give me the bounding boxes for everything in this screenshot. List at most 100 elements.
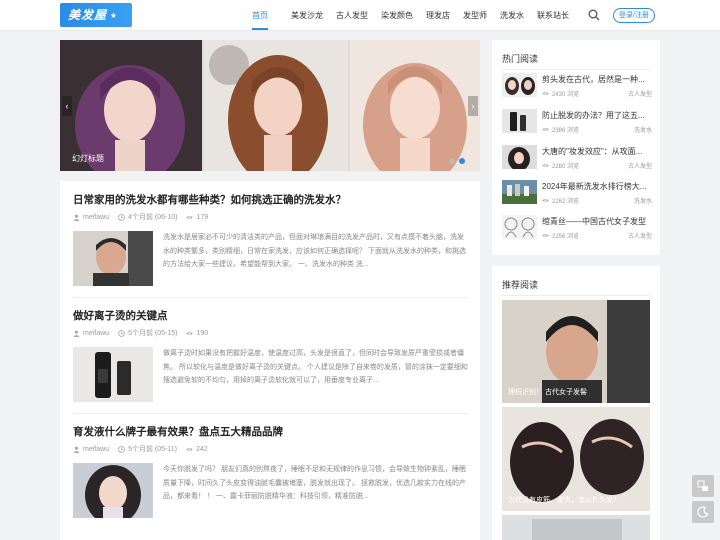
hot-item[interactable]: 大唐的"妆发效应"：从攻面... 2280 浏览 古人发型	[502, 145, 652, 171]
logo-text: 美发屋	[68, 8, 108, 22]
slider-dots	[449, 158, 465, 164]
star-icon: ★	[109, 11, 118, 20]
hot-views-count: 2430 浏览	[552, 92, 580, 98]
article-thumbnail[interactable]	[73, 463, 153, 518]
divider	[73, 413, 468, 414]
article-meta: meifawu 5个月前 (05-11) 242	[73, 444, 217, 454]
slide-caption: 幻灯标题	[72, 154, 104, 163]
hot-title[interactable]: 剪头发在古代，居然是一种...	[542, 74, 652, 85]
hot-thumbnail[interactable]	[502, 145, 537, 169]
nav-item-home[interactable]: 首页	[252, 0, 268, 31]
article-title[interactable]: 日常家用的洗发水都有哪些种类？如何挑选正确的洗发水？	[73, 192, 468, 207]
hot-title[interactable]: 防止脱发的办法？用了这五...	[542, 110, 652, 121]
hot-views-count: 2386 浏览	[552, 128, 580, 134]
hot-thumbnail[interactable]	[502, 215, 537, 239]
hot-item[interactable]: 剪头发在古代，居然是一种... 2430 浏览 古人发型	[502, 73, 652, 99]
panel-title: 推荐阅读	[502, 280, 539, 290]
recommended-card[interactable]: 古代没有皮筋、发夹，怎么扎头发？	[502, 407, 650, 511]
hot-views: 2386 浏览	[542, 125, 579, 134]
recommended-card[interactable]: 理短识别！ 古代女子发髻	[502, 300, 650, 403]
user-icon	[73, 330, 80, 337]
dark-mode-button[interactable]	[692, 501, 714, 523]
recommended-reading-panel: 推荐阅读 理短识别！ 古代女子发髻 古代没有皮筋、发夹，怎么扎头发？	[492, 266, 660, 540]
hot-thumbnail[interactable]	[502, 109, 537, 133]
divider	[73, 297, 468, 298]
slider-next-arrow-icon[interactable]: ›	[468, 96, 478, 116]
slider-prev-arrow-icon[interactable]: ‹	[62, 96, 72, 116]
divider	[502, 295, 650, 296]
article-title[interactable]: 做好离子烫的关键点	[73, 308, 468, 323]
nav-item-hair-color[interactable]: 染发颜色	[381, 0, 413, 31]
login-register-button[interactable]: 登录/注册	[613, 8, 655, 23]
article-views: 190	[196, 329, 209, 337]
hot-views: 2430 浏览	[542, 89, 579, 98]
panel-title: 热门阅读	[502, 54, 539, 64]
site-header: 美发屋 ★ 首页 美发沙龙 古人发型 染发颜色 理发店 发型师 洗发水 联系站长…	[0, 0, 720, 31]
article-author[interactable]: meifawu	[83, 214, 109, 221]
eye-icon	[542, 127, 549, 132]
hot-category[interactable]: 古人发型	[628, 231, 652, 240]
hot-views-count: 2262 浏览	[552, 199, 580, 205]
hot-category[interactable]: 古人发型	[628, 89, 652, 98]
article-author[interactable]: meifawu	[83, 446, 109, 453]
recommended-card[interactable]	[502, 515, 650, 540]
slide-image-brown-hair[interactable]	[204, 40, 348, 171]
article-time: 5个月前 (05-15)	[128, 330, 178, 337]
site-logo[interactable]: 美发屋 ★	[60, 3, 132, 27]
eye-icon	[186, 447, 193, 451]
nav-item-ancient-hair[interactable]: 古人发型	[336, 0, 368, 31]
nav-item-stylist[interactable]: 发型师	[463, 0, 487, 31]
article-list: 日常家用的洗发水都有哪些种类？如何挑选正确的洗发水？ meifawu 4个月前 …	[60, 181, 480, 540]
article-thumbnail[interactable]	[73, 231, 153, 286]
article-title[interactable]: 育发液什么牌子最有效果？盘点五大精品品牌	[73, 424, 468, 439]
hot-thumbnail[interactable]	[502, 180, 537, 204]
article-time: 5个月前 (05-11)	[128, 446, 177, 453]
article-excerpt: 洗发水是居家必不可少的清洁类的产品，但面对琳琅满目的洗发产品时，又有点摸不着头脑…	[163, 234, 466, 268]
hot-views-count: 2280 浏览	[552, 164, 580, 170]
article-thumbnail[interactable]	[73, 347, 153, 402]
image-slider[interactable]: 幻灯标题 ‹ ›	[60, 40, 480, 171]
slider-dot[interactable]	[449, 158, 455, 164]
recommended-caption: 古代没有皮筋、发夹，怎么扎头发？	[508, 497, 620, 504]
article-views: 179	[196, 213, 209, 221]
article-item: 做好离子烫的关键点 meifawu 5个月前 (05-15) 190 做离子烫时…	[73, 308, 468, 402]
hot-views: 2280 浏览	[542, 161, 579, 170]
nav-item-salon[interactable]: 美发沙龙	[291, 0, 323, 31]
article-time: 4个月前 (06-10)	[128, 214, 178, 221]
eye-icon	[186, 215, 194, 219]
hot-title[interactable]: 绾青丝——中国古代女子发型	[542, 216, 652, 227]
hot-item[interactable]: 绾青丝——中国古代女子发型 2256 浏览 古人发型	[502, 215, 652, 241]
hot-views: 2256 浏览	[542, 231, 579, 240]
article-meta: meifawu 5个月前 (05-15) 190	[73, 328, 217, 338]
hot-reading-panel: 热门阅读 剪头发在古代，居然是一种... 2430 浏览 古人发型 防止脱发的办…	[492, 40, 660, 255]
hot-views-count: 2256 浏览	[552, 234, 580, 240]
translate-button[interactable]	[692, 475, 714, 497]
article-author[interactable]: meifawu	[83, 330, 109, 337]
hot-item[interactable]: 2024年最新洗发水排行榜大... 2262 浏览 洗发水	[502, 180, 652, 206]
hot-title[interactable]: 大唐的"妆发效应"：从攻面...	[542, 146, 652, 157]
hot-title[interactable]: 2024年最新洗发水排行榜大...	[542, 181, 652, 192]
slider-dot-active[interactable]	[459, 158, 465, 164]
eye-icon	[186, 331, 194, 335]
hot-category[interactable]: 洗发水	[634, 196, 652, 205]
main-nav: 首页 美发沙龙 古人发型 染发颜色 理发店 发型师 洗发水 联系站长	[244, 0, 569, 31]
hot-thumbnail[interactable]	[502, 73, 537, 97]
clock-icon	[118, 329, 125, 337]
hot-views: 2262 浏览	[542, 196, 579, 205]
article-meta: meifawu 4个月前 (06-10) 179	[73, 212, 217, 222]
eye-icon	[542, 198, 549, 203]
translate-icon	[697, 480, 708, 491]
nav-item-contact[interactable]: 联系站长	[537, 0, 569, 31]
search-icon[interactable]	[588, 9, 600, 21]
nav-item-shampoo[interactable]: 洗发水	[500, 0, 524, 31]
hot-category[interactable]: 洗发水	[634, 125, 652, 134]
eye-icon	[542, 91, 549, 96]
hot-item[interactable]: 防止脱发的办法？用了这五... 2386 浏览 洗发水	[502, 109, 652, 135]
nav-item-barber[interactable]: 理发店	[426, 0, 450, 31]
article-views: 242	[195, 445, 208, 453]
hot-category[interactable]: 古人发型	[628, 161, 652, 170]
slide-image-pink-hair[interactable]	[350, 40, 480, 171]
clock-icon	[118, 445, 125, 453]
moon-icon	[697, 506, 709, 518]
slide-image-purple-hair[interactable]	[60, 40, 202, 171]
